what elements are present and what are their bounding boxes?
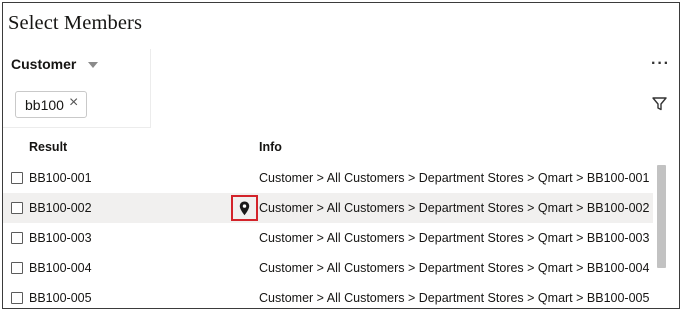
- search-token-chip[interactable]: bb100 ×: [15, 91, 87, 118]
- column-header-info: Info: [259, 140, 282, 154]
- close-icon[interactable]: ×: [69, 94, 78, 112]
- more-horizontal-icon[interactable]: ···: [651, 55, 670, 73]
- results-list: BB100-001 Customer > All Customers > Dep…: [3, 163, 653, 308]
- search-token-text: bb100: [25, 97, 64, 113]
- column-header-result: Result: [29, 140, 68, 154]
- row-checkbox[interactable]: [11, 262, 23, 274]
- dialog-title: Select Members: [8, 12, 143, 34]
- row-checkbox[interactable]: [11, 232, 23, 244]
- info-cell: Customer > All Customers > Department St…: [259, 291, 650, 305]
- info-cell: Customer > All Customers > Department St…: [259, 201, 650, 215]
- row-checkbox[interactable]: [11, 172, 23, 184]
- info-cell: Customer > All Customers > Department St…: [259, 261, 650, 275]
- result-cell: BB100-001: [29, 171, 92, 185]
- result-cell: BB100-003: [29, 231, 92, 245]
- info-cell: Customer > All Customers > Department St…: [259, 231, 650, 245]
- table-row[interactable]: BB100-004 Customer > All Customers > Dep…: [3, 253, 653, 283]
- filter-icon[interactable]: [652, 97, 667, 116]
- table-row[interactable]: BB100-005 Customer > All Customers > Dep…: [3, 283, 653, 308]
- info-cell: Customer > All Customers > Department St…: [259, 171, 650, 185]
- table-row[interactable]: BB100-002 Customer > All Customers > Dep…: [3, 193, 653, 223]
- table-row[interactable]: BB100-003 Customer > All Customers > Dep…: [3, 223, 653, 253]
- row-checkbox[interactable]: [11, 292, 23, 304]
- result-cell: BB100-004: [29, 261, 92, 275]
- result-cell: BB100-005: [29, 291, 92, 305]
- map-pin-icon[interactable]: [231, 195, 258, 221]
- select-members-dialog: Select Members Customer bb100 × ··· Resu…: [2, 2, 680, 309]
- result-cell: BB100-002: [29, 201, 92, 215]
- scrollbar-thumb[interactable]: [657, 165, 666, 268]
- dimension-label[interactable]: Customer: [11, 56, 76, 72]
- row-checkbox[interactable]: [11, 202, 23, 214]
- table-row[interactable]: BB100-001 Customer > All Customers > Dep…: [3, 163, 653, 193]
- chevron-down-icon[interactable]: [88, 62, 98, 68]
